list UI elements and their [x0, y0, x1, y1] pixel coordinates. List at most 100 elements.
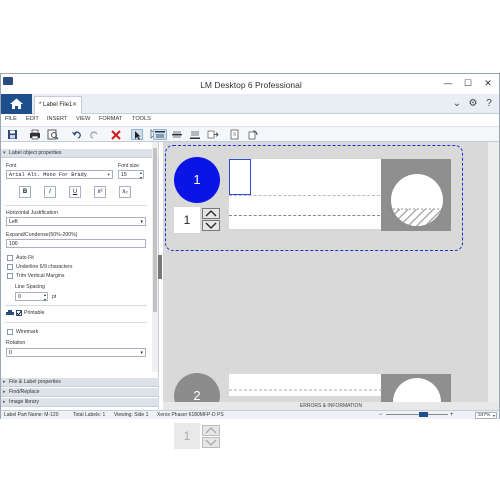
label-1-printable-area[interactable]	[229, 159, 385, 229]
menu-edit[interactable]: EDIT	[26, 116, 39, 122]
line-spacing-input[interactable]: 0 ▴ ▾	[15, 292, 48, 302]
print-preview-button[interactable]	[47, 129, 59, 140]
menu-format[interactable]: FORMAT	[99, 116, 122, 122]
chevron-down-icon[interactable]: ⌄	[451, 98, 463, 110]
chevron-up-icon	[205, 210, 217, 217]
label-2-wrap-graphic	[229, 374, 451, 426]
printable-icon	[6, 310, 14, 316]
underline-69-label: Underline 6/9 characters	[16, 264, 73, 270]
hjust-select[interactable]: Left	[6, 217, 146, 226]
chevron-down-icon	[205, 439, 217, 446]
rotate-icon	[248, 130, 258, 140]
expand-input[interactable]: 100	[6, 239, 146, 248]
auto-fit-label: Auto Fit	[16, 255, 34, 261]
trim-margins-checkbox[interactable]	[7, 273, 13, 279]
maximize-button[interactable]: ☐	[461, 77, 475, 89]
label-1-copies-up-button[interactable]	[202, 208, 220, 219]
label-canvas[interactable]: 1 1 2 1	[158, 142, 499, 449]
print-button[interactable]	[29, 129, 41, 140]
auto-fit-checkbox[interactable]	[7, 255, 13, 261]
label-1-copies-down-button[interactable]	[202, 220, 220, 231]
align-top-button[interactable]	[153, 129, 167, 140]
zoom-in-icon[interactable]: +	[450, 411, 454, 419]
label-1-badge[interactable]: 1	[174, 157, 220, 203]
redo-button[interactable]	[88, 129, 100, 140]
hjust-label: Horizontal Justification	[6, 210, 58, 216]
section-file-label-properties[interactable]: File & Label properties	[1, 378, 159, 387]
distribute-icon	[207, 130, 219, 139]
section-find-replace[interactable]: Find/Replace	[1, 388, 159, 397]
window-title: LM Desktop 6 Professional	[200, 80, 302, 90]
delete-button[interactable]	[110, 129, 122, 140]
panel-splitter-handle[interactable]	[158, 255, 162, 279]
superscript-button[interactable]: x²	[94, 186, 106, 198]
font-size-spinner-icon[interactable]: ▴ ▾	[140, 170, 142, 180]
close-button[interactable]: ✕	[481, 77, 495, 89]
chevron-down-icon: ▾	[492, 413, 495, 418]
underline-69-checkbox[interactable]	[7, 264, 13, 270]
label-1-laminate-area	[381, 159, 451, 231]
align-middle-button[interactable]	[171, 129, 183, 140]
bold-button[interactable]: B	[19, 186, 31, 198]
label-2-copies-down-button[interactable]	[202, 437, 220, 448]
zoom-select[interactable]: 347% ▾	[475, 412, 497, 419]
undo-button[interactable]	[71, 129, 83, 140]
line-spacing-value: 0	[18, 294, 21, 300]
delete-icon	[111, 130, 121, 140]
zoom-slider[interactable]	[386, 414, 448, 415]
rotate-button[interactable]	[247, 129, 259, 140]
zoom-slider-thumb[interactable]	[419, 412, 428, 417]
label-2-body	[229, 374, 451, 426]
label-2-copies-up-button[interactable]	[202, 425, 220, 436]
app-window: LM Desktop 6 Professional — ☐ ✕ * Label …	[0, 73, 500, 449]
font-size-input[interactable]: 15 ▴ ▾	[118, 170, 144, 180]
document-icon	[230, 129, 239, 140]
save-button[interactable]	[7, 129, 19, 140]
tab-label-file1[interactable]: * Label File1 ✕	[34, 96, 82, 114]
menu-tools[interactable]: TOOLS	[132, 116, 151, 122]
line-spacing-spinner-icon[interactable]: ▴ ▾	[44, 292, 46, 302]
menu-file[interactable]: FILE	[5, 116, 17, 122]
app-logo-icon	[3, 77, 13, 85]
section-label-object-properties[interactable]: Label object properties	[1, 149, 159, 158]
status-total-labels: Total Labels: 1	[73, 412, 106, 418]
section-image-library[interactable]: Image library	[1, 398, 159, 407]
label-1-guide-line	[229, 195, 385, 196]
wiremark-checkbox[interactable]	[7, 329, 13, 335]
panel-scrollbar-thumb[interactable]	[153, 148, 157, 312]
home-button[interactable]	[1, 94, 32, 114]
distribute-button[interactable]	[207, 129, 219, 140]
menu-insert[interactable]: INSERT	[47, 116, 67, 122]
title-bar: LM Desktop 6 Professional — ☐ ✕	[1, 74, 499, 94]
align-bottom-button[interactable]	[189, 129, 201, 140]
gear-icon[interactable]: ⚙	[467, 98, 479, 110]
help-icon[interactable]: ?	[483, 98, 495, 110]
tab-close-icon[interactable]: ✕	[72, 97, 77, 113]
label-1-copies: 1	[174, 207, 200, 233]
status-printer: Xerox Phaser 6180MFP-D PS	[157, 412, 224, 418]
subscript-button[interactable]: x₂	[119, 186, 131, 198]
redo-icon	[90, 131, 98, 139]
zoom-out-icon[interactable]: −	[379, 411, 383, 419]
minimize-button[interactable]: —	[441, 77, 455, 89]
font-size-label: Font size	[118, 163, 140, 169]
select-tool-button[interactable]	[131, 129, 143, 140]
printable-checkbox[interactable]	[16, 310, 22, 316]
rotation-select[interactable]: 0	[6, 348, 146, 357]
chevron-up-icon	[205, 427, 217, 434]
menu-view[interactable]: VIEW	[76, 116, 90, 122]
underline-button[interactable]: U	[69, 186, 81, 198]
italic-button[interactable]: I	[44, 186, 56, 198]
status-bar: Label Part Name: M-120 Total Labels: 1 V…	[1, 410, 499, 419]
canvas-scrollbar[interactable]	[488, 142, 499, 402]
insert-object-button[interactable]	[229, 129, 241, 140]
tab-strip: * Label File1 ✕ ⌄ ⚙ ?	[1, 94, 499, 114]
trim-margins-label: Trim Vertical Margins	[16, 273, 65, 279]
line-spacing-label: Line Spacing	[15, 284, 45, 290]
line-spacing-unit: pt	[52, 294, 57, 300]
font-select[interactable]: Arial Alt. Mono For Brady	[6, 170, 113, 179]
text-object-cursor[interactable]	[229, 159, 251, 195]
properties-panel: Label object properties Font Font size A…	[1, 142, 159, 409]
wiremark-label: Wiremark	[16, 329, 39, 335]
errors-information-bar[interactable]: ERRORS & INFORMATION	[163, 402, 499, 410]
